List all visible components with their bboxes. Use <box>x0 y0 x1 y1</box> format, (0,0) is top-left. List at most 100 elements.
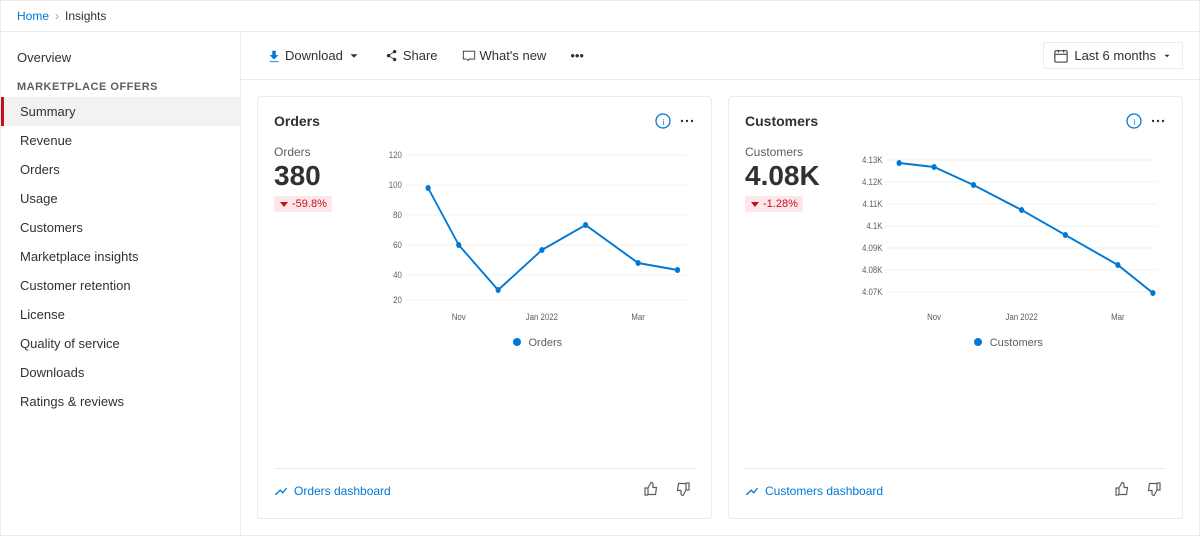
sidebar-item-quality-of-service[interactable]: Quality of service <box>1 329 240 358</box>
customers-more-icon[interactable] <box>1150 113 1166 129</box>
date-chevron-icon <box>1162 51 1172 61</box>
download-button[interactable]: Download <box>257 43 371 68</box>
customers-thumbup-button[interactable] <box>1110 479 1134 502</box>
share-icon <box>385 49 399 63</box>
sidebar-section-label: Marketplace offers <box>1 71 240 97</box>
customers-change-value: -1.28% <box>763 198 798 210</box>
customers-change-icon <box>750 199 760 209</box>
sidebar-item-overview[interactable]: Overview <box>1 44 240 71</box>
download-label: Download <box>285 48 343 63</box>
download-icon <box>267 49 281 63</box>
orders-trending-icon <box>274 484 288 498</box>
svg-text:120: 120 <box>389 149 402 160</box>
date-range-label: Last 6 months <box>1074 48 1156 63</box>
svg-text:i: i <box>663 118 665 127</box>
customers-dashboard-link[interactable]: Customers dashboard <box>745 484 883 498</box>
content-area: Download Share What's new ••• <box>241 32 1199 535</box>
sidebar-item-downloads[interactable]: Downloads <box>1 358 240 387</box>
svg-text:4.1K: 4.1K <box>866 220 883 231</box>
orders-metric-label: Orders <box>274 145 364 159</box>
breadcrumb-current: Insights <box>65 9 106 23</box>
chevron-down-icon <box>347 49 361 63</box>
orders-metric-change: -59.8% <box>274 196 332 212</box>
sidebar-item-usage[interactable]: Usage <box>1 184 240 213</box>
cards-grid: Orders i Orders 380 -59.8% <box>241 80 1199 535</box>
whats-new-button[interactable]: What's new <box>452 43 557 68</box>
orders-dashboard-label: Orders dashboard <box>294 484 391 498</box>
orders-legend-label: Orders <box>529 337 563 349</box>
customers-metric-value: 4.08K <box>745 161 835 192</box>
toolbar-right: Last 6 months <box>1043 42 1183 69</box>
customers-thumbdown-button[interactable] <box>1142 479 1166 502</box>
customers-thumbup-icon <box>1114 481 1130 497</box>
orders-metric-value: 380 <box>274 161 364 192</box>
breadcrumb-home[interactable]: Home <box>17 9 49 23</box>
svg-text:Jan 2022: Jan 2022 <box>526 311 559 322</box>
customers-info-icon[interactable]: i <box>1126 113 1142 129</box>
customers-card-actions: i <box>1126 113 1166 129</box>
customers-chart: 4.13K 4.12K 4.11K 4.1K 4.09K 4.08K 4.07K… <box>851 145 1166 456</box>
sidebar-item-revenue[interactable]: Revenue <box>1 126 240 155</box>
svg-text:Nov: Nov <box>452 311 467 322</box>
share-label: Share <box>403 48 438 63</box>
orders-chart: 120 100 80 60 40 20 Nov Jan 2022 Mar <box>380 145 695 456</box>
sidebar: Overview Marketplace offers Summary Reve… <box>1 32 241 535</box>
customers-legend-label: Customers <box>990 337 1043 349</box>
svg-text:4.07K: 4.07K <box>862 286 883 297</box>
sidebar-item-summary[interactable]: Summary <box>1 97 240 126</box>
orders-card-body: Orders 380 -59.8% <box>274 145 695 456</box>
svg-text:4.09K: 4.09K <box>862 242 883 253</box>
breadcrumb: Home › Insights <box>1 1 1199 32</box>
customers-feedback <box>1110 479 1166 502</box>
customers-card-footer: Customers dashboard <box>745 468 1166 502</box>
customers-card: Customers i Customers 4.08K -1.28% <box>728 96 1183 519</box>
orders-info-icon[interactable]: i <box>655 113 671 129</box>
customers-stats: Customers 4.08K -1.28% <box>745 145 835 456</box>
sidebar-item-license[interactable]: License <box>1 300 240 329</box>
orders-stats: Orders 380 -59.8% <box>274 145 364 456</box>
customers-dashboard-label: Customers dashboard <box>765 484 883 498</box>
customers-trending-icon <box>745 484 759 498</box>
orders-thumbup-button[interactable] <box>639 479 663 502</box>
svg-text:80: 80 <box>393 209 402 220</box>
main-layout: Overview Marketplace offers Summary Reve… <box>1 32 1199 535</box>
more-dots-icon: ••• <box>570 48 584 63</box>
svg-text:4.12K: 4.12K <box>862 176 883 187</box>
customers-chart-legend: Customers <box>851 334 1166 349</box>
breadcrumb-separator: › <box>55 9 59 23</box>
svg-text:i: i <box>1134 118 1136 127</box>
sidebar-item-customers[interactable]: Customers <box>1 213 240 242</box>
thumbup-icon <box>643 481 659 497</box>
sidebar-item-customer-retention[interactable]: Customer retention <box>1 271 240 300</box>
whats-new-label: What's new <box>480 48 547 63</box>
sidebar-item-orders[interactable]: Orders <box>1 155 240 184</box>
customers-thumbdown-icon <box>1146 481 1162 497</box>
sidebar-item-ratings-reviews[interactable]: Ratings & reviews <box>1 387 240 416</box>
svg-text:Jan 2022: Jan 2022 <box>1005 311 1038 322</box>
svg-text:40: 40 <box>393 269 402 280</box>
customers-chart-svg: 4.13K 4.12K 4.11K 4.1K 4.09K 4.08K 4.07K… <box>851 145 1166 325</box>
svg-text:Mar: Mar <box>1111 311 1125 322</box>
app-container: Home › Insights Overview Marketplace off… <box>0 0 1200 536</box>
orders-card-footer: Orders dashboard <box>274 468 695 502</box>
sidebar-item-marketplace-insights[interactable]: Marketplace insights <box>1 242 240 271</box>
orders-chart-svg: 120 100 80 60 40 20 Nov Jan 2022 Mar <box>380 145 695 325</box>
svg-text:100: 100 <box>389 179 402 190</box>
orders-thumbdown-button[interactable] <box>671 479 695 502</box>
svg-text:4.08K: 4.08K <box>862 264 883 275</box>
svg-text:4.11K: 4.11K <box>863 198 883 209</box>
more-button[interactable]: ••• <box>560 43 594 68</box>
orders-dashboard-link[interactable]: Orders dashboard <box>274 484 391 498</box>
orders-more-icon[interactable] <box>679 113 695 129</box>
orders-card-header: Orders i <box>274 113 695 129</box>
share-button[interactable]: Share <box>375 43 448 68</box>
toolbar: Download Share What's new ••• <box>241 32 1199 80</box>
svg-text:4.13K: 4.13K <box>862 154 883 165</box>
customers-metric-label: Customers <box>745 145 835 159</box>
customers-metric-change: -1.28% <box>745 196 803 212</box>
customers-card-title: Customers <box>745 113 818 129</box>
svg-text:Mar: Mar <box>631 311 645 322</box>
date-range-button[interactable]: Last 6 months <box>1043 42 1183 69</box>
svg-text:60: 60 <box>393 239 402 250</box>
svg-text:Nov: Nov <box>927 311 942 322</box>
